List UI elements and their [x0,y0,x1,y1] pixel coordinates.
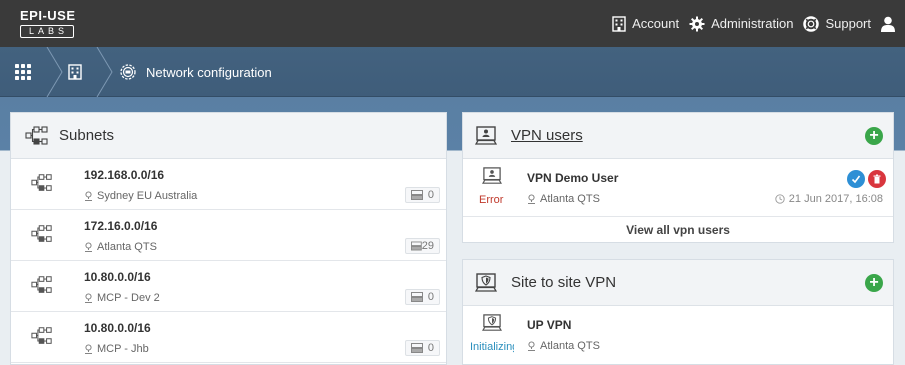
breadcrumb-separator [46,47,63,97]
site-to-site-vpn-panel: Site to site VPN + UP VPN Initializing A… [462,259,894,365]
subnets-title: Subnets [59,127,115,144]
location-pin-icon [85,344,92,354]
server-icon [411,292,423,302]
apps-grid-icon [15,64,31,80]
subnet-cidr: 10.80.0.0/16 [84,321,151,335]
building-icon [68,64,82,80]
vpn-user-status: Error [479,194,504,206]
server-count-badge: 0 [405,289,440,305]
administration-label: Administration [711,16,794,31]
add-vpn-user-button[interactable]: + [865,127,883,145]
subnet-location: Sydney EU Australia [84,190,197,202]
server-count: 29 [421,240,434,252]
subnet-location-label: MCP - Jhb [97,343,149,355]
site-to-site-row[interactable]: UP VPN Initializing Atlanta QTS [463,306,893,364]
subnet-cidr: 192.168.0.0/16 [84,168,165,182]
shield-monitor-icon [475,272,497,292]
user-menu[interactable] [881,16,901,32]
support-label: Support [825,16,871,31]
breadcrumb-current: Network configuration [146,64,272,80]
location-pin-icon [85,293,92,303]
site-to-site-header: Site to site VPN + [463,260,893,306]
site-to-site-title: Site to site VPN [511,274,617,291]
logo[interactable]: EPI-USE LABS [20,8,76,38]
user-icon [881,16,895,32]
subnet-row[interactable]: 192.168.0.0/16 Sydney EU Australia 0 [11,159,446,210]
building-icon [612,15,626,32]
subnets-header: Subnets [11,113,446,159]
vpn-monitor-icon [482,167,502,184]
subnet-row[interactable]: 10.80.0.0/16 MCP - Jhb 0 [11,312,446,363]
vpn-users-title[interactable]: VPN users [511,127,583,144]
subnet-location-label: MCP - Dev 2 [97,292,160,304]
shield-monitor-icon [482,314,502,331]
site-to-site-name: UP VPN [527,318,572,332]
subnet-row[interactable]: 10.80.0.0/16 MCP - Dev 2 0 [11,261,446,312]
network-gear-icon [120,64,136,80]
gear-icon [689,16,705,31]
view-all-vpn-users-link[interactable]: View all vpn users [463,217,893,243]
apps-crumb[interactable] [14,47,32,97]
server-count: 0 [427,291,434,303]
top-bar: EPI-USE LABS Account Administration Supp… [0,0,905,47]
server-count-badge: 0 [405,187,440,203]
site-to-site-location-label: Atlanta QTS [540,340,600,352]
vpn-user-name: VPN Demo User [527,171,619,185]
network-icon [31,174,52,191]
breadcrumb: Network configuration [0,47,905,97]
site-to-site-status: Initializing [470,341,514,353]
administration-link[interactable]: Administration [689,16,793,32]
add-site-to-site-vpn-button[interactable]: + [865,274,883,292]
vpn-user-location-label: Atlanta QTS [540,193,600,205]
delete-button[interactable] [868,170,886,188]
trash-icon [873,174,881,184]
subnets-panel: Subnets 192.168.0.0/16 Sydney EU Austral… [10,112,447,365]
vpn-users-panel: VPN users + VPN Demo User Error Atlanta … [462,112,894,243]
site-to-site-location: Atlanta QTS [527,340,600,352]
vpn-user-row[interactable]: VPN Demo User Error Atlanta QTS 21 Jun 2… [463,159,893,217]
vpn-users-header: VPN users + [463,113,893,159]
top-nav: Account Administration Support [612,0,905,47]
clock-icon [775,194,785,204]
logo-subtext: LABS [20,25,74,38]
vpn-monitor-icon [475,125,497,145]
vpn-user-date: 21 Jun 2017, 16:08 [775,193,883,205]
confirm-button[interactable] [847,170,865,188]
subnet-cidr: 172.16.0.0/16 [84,219,158,233]
subnet-location: Atlanta QTS [84,241,157,253]
server-count-badge: 0 [405,340,440,356]
location-pin-icon [85,191,92,201]
subnet-location-label: Sydney EU Australia [97,190,198,202]
subnet-location-label: Atlanta QTS [97,241,157,253]
server-icon [411,343,423,353]
account-label: Account [632,16,680,31]
network-icon [31,327,52,344]
subnet-location: MCP - Dev 2 [84,292,160,304]
network-icon [31,276,52,293]
breadcrumb-separator [96,47,113,97]
subnet-cidr: 10.80.0.0/16 [84,270,151,284]
location-pin-icon [85,242,92,252]
subnet-location: MCP - Jhb [84,343,149,355]
server-icon [411,190,423,200]
account-link[interactable]: Account [612,15,680,32]
vpn-user-location: Atlanta QTS [527,193,600,205]
location-pin-icon [528,194,535,204]
network-icon [31,225,52,242]
check-icon [851,175,861,184]
location-pin-icon [528,341,535,351]
subnet-row[interactable]: 172.16.0.0/16 Atlanta QTS 29 [11,210,446,261]
account-crumb[interactable] [68,47,82,97]
network-configuration-crumb[interactable]: Network configuration [118,47,272,97]
network-icon [25,125,48,145]
lifebuoy-icon [803,15,820,32]
logo-text: EPI-USE [20,8,76,23]
server-count: 0 [427,342,434,354]
server-icon [411,241,422,251]
support-link[interactable]: Support [803,15,871,32]
server-count: 0 [427,189,434,201]
server-count-badge: 29 [405,238,440,254]
vpn-user-date-label: 21 Jun 2017, 16:08 [788,193,883,205]
